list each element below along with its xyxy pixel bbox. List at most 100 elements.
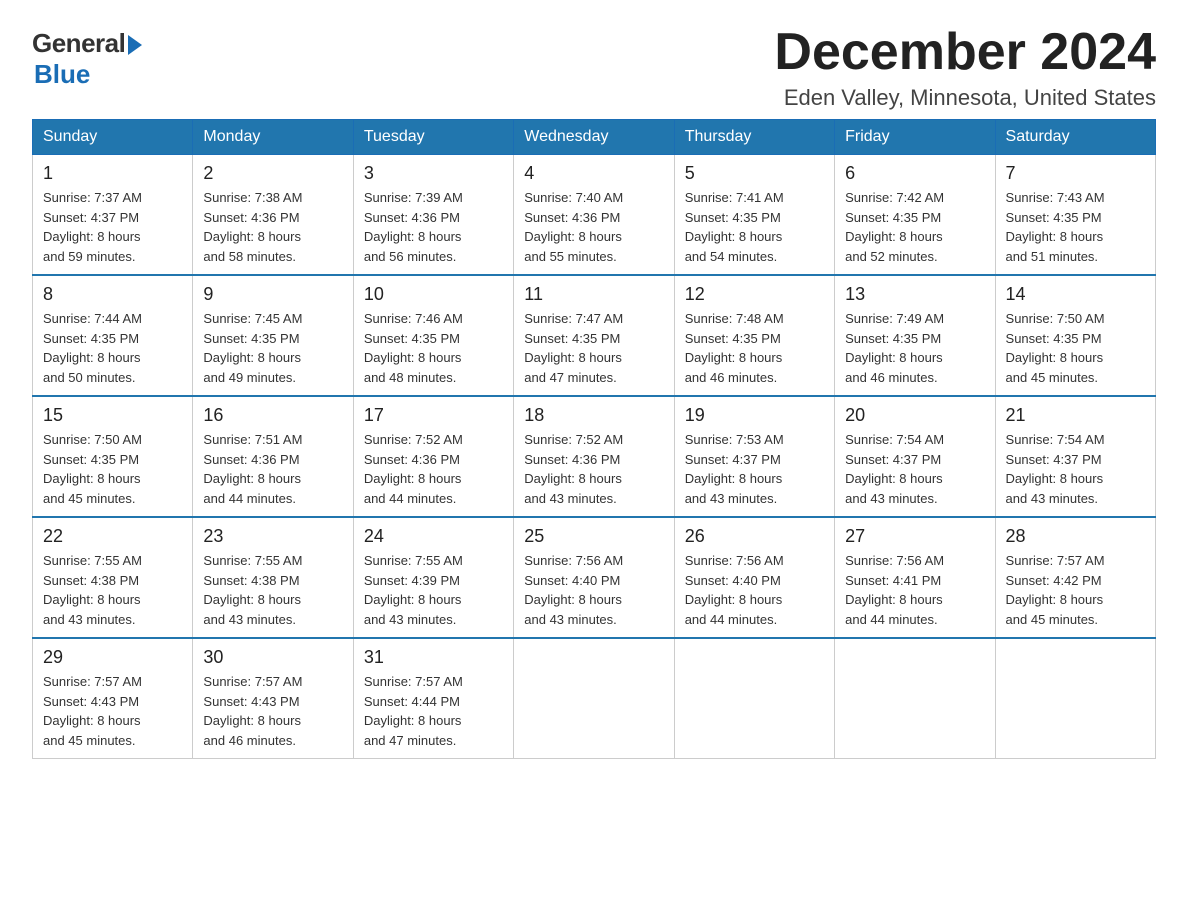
calendar-cell: 24 Sunrise: 7:55 AMSunset: 4:39 PMDayligh… — [353, 517, 513, 638]
calendar-cell: 22Sunrise: 7:55 AMSunset: 4:38 PMDayligh… — [33, 517, 193, 638]
calendar-cell: 13 Sunrise: 7:49 AMSunset: 4:35 PMDayligh… — [835, 275, 995, 396]
day-info: Sunrise: 7:43 AMSunset: 4:35 PMDaylight:… — [1006, 188, 1145, 266]
day-number: 28 — [1006, 526, 1145, 547]
weekday-header-tuesday: Tuesday — [353, 120, 513, 155]
calendar-cell: 14 Sunrise: 7:50 AMSunset: 4:35 PMDayligh… — [995, 275, 1155, 396]
day-info: Sunrise: 7:54 AMSunset: 4:37 PMDaylight:… — [845, 430, 984, 508]
day-info: Sunrise: 7:52 AMSunset: 4:36 PMDaylight:… — [364, 430, 503, 508]
calendar-cell: 7Sunrise: 7:43 AMSunset: 4:35 PMDaylight… — [995, 155, 1155, 276]
calendar-cell: 31 Sunrise: 7:57 AMSunset: 4:44 PMDayligh… — [353, 638, 513, 759]
day-number: 9 — [203, 284, 342, 305]
weekday-header-sunday: Sunday — [33, 120, 193, 155]
calendar-cell: 23 Sunrise: 7:55 AMSunset: 4:38 PMDayligh… — [193, 517, 353, 638]
calendar-cell: 16 Sunrise: 7:51 AMSunset: 4:36 PMDayligh… — [193, 396, 353, 517]
day-number: 24 — [364, 526, 503, 547]
weekday-header-row: SundayMondayTuesdayWednesdayThursdayFrid… — [33, 120, 1156, 155]
calendar-cell: 17 Sunrise: 7:52 AMSunset: 4:36 PMDayligh… — [353, 396, 513, 517]
logo: General Blue — [32, 28, 142, 90]
day-number: 16 — [203, 405, 342, 426]
calendar-cell: 1 Sunrise: 7:37 AMSunset: 4:37 PMDaylight… — [33, 155, 193, 276]
day-info: Sunrise: 7:57 AMSunset: 4:42 PMDaylight:… — [1006, 551, 1145, 629]
weekday-header-monday: Monday — [193, 120, 353, 155]
day-number: 30 — [203, 647, 342, 668]
week-row-5: 29 Sunrise: 7:57 AMSunset: 4:43 PMDayligh… — [33, 638, 1156, 759]
week-row-1: 1 Sunrise: 7:37 AMSunset: 4:37 PMDaylight… — [33, 155, 1156, 276]
day-info: Sunrise: 7:44 AMSunset: 4:35 PMDaylight:… — [43, 309, 182, 387]
day-number: 31 — [364, 647, 503, 668]
calendar-cell: 25 Sunrise: 7:56 AMSunset: 4:40 PMDayligh… — [514, 517, 674, 638]
calendar-cell: 15Sunrise: 7:50 AMSunset: 4:35 PMDayligh… — [33, 396, 193, 517]
weekday-header-wednesday: Wednesday — [514, 120, 674, 155]
day-info: Sunrise: 7:57 AMSunset: 4:43 PMDaylight:… — [203, 672, 342, 750]
calendar-cell: 19 Sunrise: 7:53 AMSunset: 4:37 PMDayligh… — [674, 396, 834, 517]
calendar-cell: 6 Sunrise: 7:42 AMSunset: 4:35 PMDaylight… — [835, 155, 995, 276]
week-row-4: 22Sunrise: 7:55 AMSunset: 4:38 PMDayligh… — [33, 517, 1156, 638]
day-info: Sunrise: 7:51 AMSunset: 4:36 PMDaylight:… — [203, 430, 342, 508]
calendar-cell: 27 Sunrise: 7:56 AMSunset: 4:41 PMDayligh… — [835, 517, 995, 638]
day-info: Sunrise: 7:48 AMSunset: 4:35 PMDaylight:… — [685, 309, 824, 387]
day-number: 21 — [1006, 405, 1145, 426]
calendar-cell: 29 Sunrise: 7:57 AMSunset: 4:43 PMDayligh… — [33, 638, 193, 759]
day-info: Sunrise: 7:42 AMSunset: 4:35 PMDaylight:… — [845, 188, 984, 266]
day-number: 17 — [364, 405, 503, 426]
calendar-cell: 9 Sunrise: 7:45 AMSunset: 4:35 PMDaylight… — [193, 275, 353, 396]
calendar-cell: 11 Sunrise: 7:47 AMSunset: 4:35 PMDayligh… — [514, 275, 674, 396]
day-info: Sunrise: 7:56 AMSunset: 4:41 PMDaylight:… — [845, 551, 984, 629]
calendar-cell: 5 Sunrise: 7:41 AMSunset: 4:35 PMDaylight… — [674, 155, 834, 276]
calendar-cell: 20Sunrise: 7:54 AMSunset: 4:37 PMDayligh… — [835, 396, 995, 517]
day-info: Sunrise: 7:47 AMSunset: 4:35 PMDaylight:… — [524, 309, 663, 387]
day-number: 2 — [203, 163, 342, 184]
day-info: Sunrise: 7:57 AMSunset: 4:44 PMDaylight:… — [364, 672, 503, 750]
calendar-cell: 21 Sunrise: 7:54 AMSunset: 4:37 PMDayligh… — [995, 396, 1155, 517]
day-info: Sunrise: 7:55 AMSunset: 4:38 PMDaylight:… — [43, 551, 182, 629]
day-number: 15 — [43, 405, 182, 426]
calendar-cell: 8 Sunrise: 7:44 AMSunset: 4:35 PMDaylight… — [33, 275, 193, 396]
week-row-3: 15Sunrise: 7:50 AMSunset: 4:35 PMDayligh… — [33, 396, 1156, 517]
day-number: 25 — [524, 526, 663, 547]
day-info: Sunrise: 7:52 AMSunset: 4:36 PMDaylight:… — [524, 430, 663, 508]
week-row-2: 8 Sunrise: 7:44 AMSunset: 4:35 PMDaylight… — [33, 275, 1156, 396]
day-info: Sunrise: 7:56 AMSunset: 4:40 PMDaylight:… — [524, 551, 663, 629]
month-title: December 2024 — [774, 24, 1156, 81]
calendar-cell — [514, 638, 674, 759]
day-number: 8 — [43, 284, 182, 305]
weekday-header-thursday: Thursday — [674, 120, 834, 155]
location-title: Eden Valley, Minnesota, United States — [774, 85, 1156, 111]
calendar-cell — [835, 638, 995, 759]
day-info: Sunrise: 7:57 AMSunset: 4:43 PMDaylight:… — [43, 672, 182, 750]
day-info: Sunrise: 7:54 AMSunset: 4:37 PMDaylight:… — [1006, 430, 1145, 508]
day-number: 29 — [43, 647, 182, 668]
calendar-cell — [995, 638, 1155, 759]
day-info: Sunrise: 7:55 AMSunset: 4:39 PMDaylight:… — [364, 551, 503, 629]
day-info: Sunrise: 7:53 AMSunset: 4:37 PMDaylight:… — [685, 430, 824, 508]
day-number: 27 — [845, 526, 984, 547]
calendar-cell: 2Sunrise: 7:38 AMSunset: 4:36 PMDaylight… — [193, 155, 353, 276]
calendar-cell: 3Sunrise: 7:39 AMSunset: 4:36 PMDaylight… — [353, 155, 513, 276]
logo-general-text: General — [32, 28, 125, 59]
calendar-cell: 30 Sunrise: 7:57 AMSunset: 4:43 PMDayligh… — [193, 638, 353, 759]
day-number: 18 — [524, 405, 663, 426]
day-number: 12 — [685, 284, 824, 305]
day-info: Sunrise: 7:50 AMSunset: 4:35 PMDaylight:… — [1006, 309, 1145, 387]
day-info: Sunrise: 7:55 AMSunset: 4:38 PMDaylight:… — [203, 551, 342, 629]
day-number: 10 — [364, 284, 503, 305]
day-info: Sunrise: 7:37 AMSunset: 4:37 PMDaylight:… — [43, 188, 182, 266]
day-number: 13 — [845, 284, 984, 305]
calendar-cell: 10Sunrise: 7:46 AMSunset: 4:35 PMDayligh… — [353, 275, 513, 396]
page-header: General Blue December 2024 Eden Valley, … — [32, 24, 1156, 111]
day-number: 5 — [685, 163, 824, 184]
logo-arrow-icon — [128, 35, 142, 55]
day-number: 26 — [685, 526, 824, 547]
day-info: Sunrise: 7:45 AMSunset: 4:35 PMDaylight:… — [203, 309, 342, 387]
day-number: 23 — [203, 526, 342, 547]
calendar-cell: 4Sunrise: 7:40 AMSunset: 4:36 PMDaylight… — [514, 155, 674, 276]
day-number: 19 — [685, 405, 824, 426]
day-number: 6 — [845, 163, 984, 184]
day-info: Sunrise: 7:39 AMSunset: 4:36 PMDaylight:… — [364, 188, 503, 266]
day-number: 1 — [43, 163, 182, 184]
day-number: 11 — [524, 284, 663, 305]
day-info: Sunrise: 7:41 AMSunset: 4:35 PMDaylight:… — [685, 188, 824, 266]
title-block: December 2024 Eden Valley, Minnesota, Un… — [774, 24, 1156, 111]
day-number: 14 — [1006, 284, 1145, 305]
day-info: Sunrise: 7:49 AMSunset: 4:35 PMDaylight:… — [845, 309, 984, 387]
